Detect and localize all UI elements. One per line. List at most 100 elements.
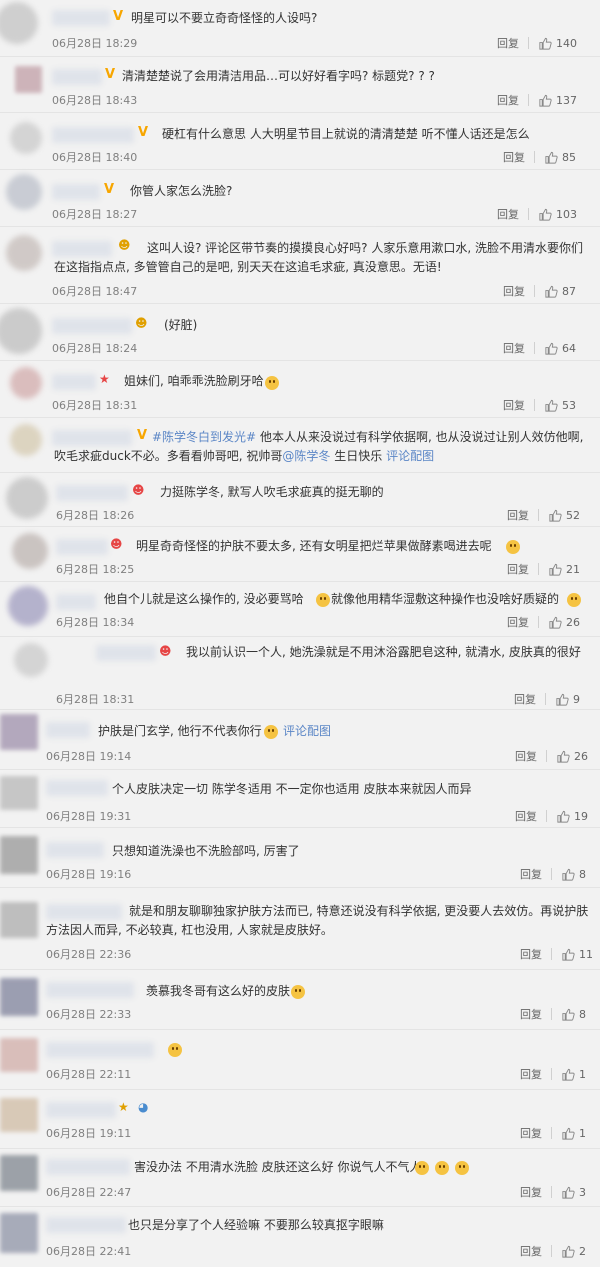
thumbs-up-icon xyxy=(562,1245,575,1258)
avatar[interactable] xyxy=(8,586,48,626)
username[interactable] xyxy=(52,184,100,200)
reply-button[interactable]: 回复 xyxy=(520,866,542,882)
reply-button[interactable]: 回复 xyxy=(520,1066,542,1082)
avatar[interactable] xyxy=(0,2,38,44)
username[interactable] xyxy=(46,1102,116,1118)
reply-button[interactable]: 回复 xyxy=(520,1006,542,1022)
like-button[interactable]: 21 xyxy=(548,562,580,577)
like-button[interactable]: 9 xyxy=(555,692,580,707)
reply-button[interactable]: 回复 xyxy=(503,397,525,413)
avatar[interactable] xyxy=(14,643,48,677)
like-button[interactable]: 19 xyxy=(556,809,588,824)
reply-button[interactable]: 回复 xyxy=(514,691,536,707)
avatar[interactable] xyxy=(10,424,42,456)
divider xyxy=(546,810,547,822)
like-button[interactable]: 26 xyxy=(548,615,580,630)
username[interactable] xyxy=(56,539,108,555)
like-button[interactable]: 140 xyxy=(538,36,577,51)
reply-button[interactable]: 回复 xyxy=(515,748,537,764)
avatar[interactable] xyxy=(6,235,42,271)
like-button[interactable]: 85 xyxy=(544,150,576,165)
username[interactable] xyxy=(56,594,96,610)
reply-button[interactable]: 回复 xyxy=(497,35,519,51)
comment-time: 06月28日 22:36 xyxy=(46,948,132,961)
avatar[interactable] xyxy=(0,308,42,354)
avatar[interactable] xyxy=(0,1213,38,1253)
comment-image-link[interactable]: 评论配图 xyxy=(283,722,331,741)
emoji-icon: ☻ xyxy=(135,316,148,330)
avatar[interactable] xyxy=(0,714,38,750)
like-button[interactable]: 1 xyxy=(561,1126,586,1141)
reply-button[interactable]: 回复 xyxy=(520,1125,542,1141)
reply-button[interactable]: 回复 xyxy=(497,92,519,108)
username[interactable] xyxy=(46,722,90,738)
username[interactable] xyxy=(46,780,108,796)
reply-button[interactable]: 回复 xyxy=(520,1243,542,1259)
like-button[interactable]: 53 xyxy=(544,398,576,413)
comment-item: 也只是分享了个人经验嘛 不要那么较真抠字眼嘛 06月28日 22:41 回复 2 xyxy=(0,1207,600,1267)
avatar[interactable] xyxy=(12,533,48,569)
reply-button[interactable]: 回复 xyxy=(507,561,529,577)
comment-item: V 清清楚楚说了会用清洁用品…可以好好看字吗? 标题党? ? ? 06月28日 … xyxy=(0,57,600,113)
username[interactable] xyxy=(52,318,132,334)
reply-button[interactable]: 回复 xyxy=(503,149,525,165)
reply-button[interactable]: 回复 xyxy=(507,614,529,630)
like-button[interactable]: 137 xyxy=(538,93,577,108)
like-button[interactable]: 2 xyxy=(561,1244,586,1259)
thumbs-up-icon xyxy=(549,509,562,522)
comment-image-link[interactable]: 评论配图 xyxy=(386,449,434,463)
username[interactable] xyxy=(52,374,96,390)
username[interactable] xyxy=(52,69,102,85)
reply-button[interactable]: 回复 xyxy=(520,1184,542,1200)
reply-button[interactable]: 回复 xyxy=(515,808,537,824)
like-button[interactable]: 64 xyxy=(544,341,576,356)
like-button[interactable]: 52 xyxy=(548,508,580,523)
username[interactable] xyxy=(46,1217,126,1233)
avatar[interactable] xyxy=(10,367,42,399)
reply-button[interactable]: 回复 xyxy=(497,206,519,222)
avatar[interactable] xyxy=(0,978,38,1016)
thumbs-up-icon xyxy=(562,1068,575,1081)
like-button[interactable]: 26 xyxy=(556,749,588,764)
like-button[interactable]: 87 xyxy=(544,284,576,299)
comment-item: ☻ 我以前认识一个人, 她洗澡就是不用沐浴露肥皂这种, 就清水, 皮肤真的很好 … xyxy=(0,637,600,710)
avatar[interactable] xyxy=(0,902,38,938)
comment-text: 明星可以不要立奇奇怪怪的人设吗? xyxy=(131,11,318,25)
username[interactable] xyxy=(56,485,128,501)
like-button[interactable]: 3 xyxy=(561,1185,586,1200)
avatar[interactable] xyxy=(10,122,42,154)
username[interactable] xyxy=(46,1159,130,1175)
comment-actions: 回复 8 xyxy=(520,866,586,882)
avatar[interactable] xyxy=(15,66,42,93)
username[interactable] xyxy=(46,1042,154,1058)
like-button[interactable]: 1 xyxy=(561,1067,586,1082)
username[interactable] xyxy=(52,10,110,26)
reply-button[interactable]: 回复 xyxy=(503,340,525,356)
avatar[interactable] xyxy=(6,477,48,519)
mention-link[interactable]: @陈学冬 xyxy=(282,449,330,463)
reply-button[interactable]: 回复 xyxy=(507,507,529,523)
avatar[interactable] xyxy=(0,1155,38,1191)
reply-button[interactable]: 回复 xyxy=(503,283,525,299)
comment-actions: 回复 52 xyxy=(507,507,580,523)
like-button[interactable]: 8 xyxy=(561,867,586,882)
username[interactable] xyxy=(46,842,104,858)
comment-time: 06月28日 18:27 xyxy=(52,208,138,221)
like-button[interactable]: 8 xyxy=(561,1007,586,1022)
thumbs-up-icon xyxy=(562,1008,575,1021)
avatar[interactable] xyxy=(0,836,38,874)
avatar[interactable] xyxy=(0,1038,38,1072)
avatar[interactable] xyxy=(6,174,42,210)
like-button[interactable]: 11 xyxy=(561,947,593,962)
avatar[interactable] xyxy=(0,1098,38,1132)
avatar[interactable] xyxy=(0,776,38,810)
topic-link[interactable]: #陈学冬白到发光# xyxy=(152,430,256,444)
comment-item: 个人皮肤决定一切 陈学冬适用 不一定你也适用 皮肤本来就因人而异 06月28日 … xyxy=(0,770,600,828)
comment-time: 06月28日 19:11 xyxy=(46,1127,132,1140)
username[interactable] xyxy=(46,982,134,998)
comment-time: 06月28日 18:31 xyxy=(52,399,138,412)
username[interactable] xyxy=(52,127,134,143)
like-button[interactable]: 103 xyxy=(538,207,577,222)
divider xyxy=(534,342,535,354)
reply-button[interactable]: 回复 xyxy=(520,946,542,962)
